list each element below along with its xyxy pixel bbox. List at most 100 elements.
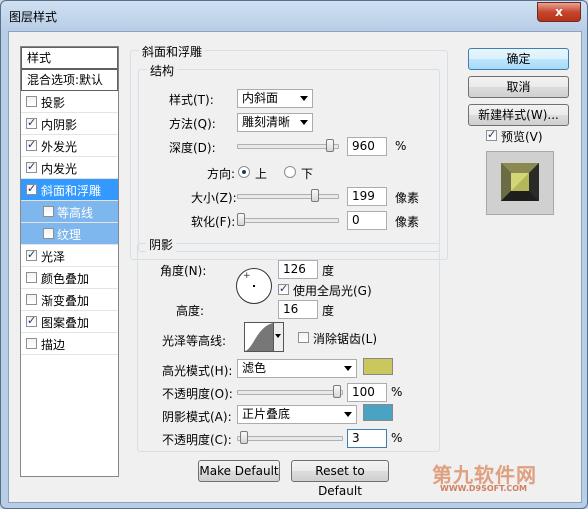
sidebar-item[interactable]: 颜色叠加 <box>21 267 118 289</box>
highlight-mode-value: 滤色 <box>242 361 267 375</box>
sidebar-item[interactable]: 光泽 <box>21 245 118 267</box>
title-bar[interactable]: 图层样式 x <box>1 1 587 31</box>
sidebar-item-checkbox[interactable] <box>26 116 37 129</box>
technique-label: 方法(Q): <box>169 117 216 131</box>
ok-button[interactable]: 确定 <box>468 48 569 70</box>
sidebar-item[interactable]: 内发光 <box>21 157 118 179</box>
sidebar-item-checkbox[interactable] <box>26 272 37 283</box>
shadow-opacity-label: 不透明度(C): <box>162 433 232 447</box>
sidebar-item-label: 内发光 <box>41 162 78 176</box>
styles-header[interactable]: 样式 <box>21 47 118 69</box>
sidebar-item-checkbox[interactable] <box>26 338 37 349</box>
shadow-opacity-slider-thumb[interactable] <box>239 431 248 444</box>
sidebar-item[interactable]: 描边 <box>21 333 118 355</box>
structure-title: 结构 <box>147 62 178 79</box>
depth-slider-thumb[interactable] <box>326 139 335 152</box>
direction-down-radio[interactable] <box>284 166 296 178</box>
reset-to-default-button[interactable]: Reset to Default <box>291 460 389 498</box>
highlight-color-swatch[interactable] <box>363 358 393 375</box>
shadow-mode-dropdown[interactable]: 正片叠底 <box>237 405 357 424</box>
shadow-opacity-input[interactable]: 3 <box>347 429 387 448</box>
sidebar-item-label: 光泽 <box>41 250 66 264</box>
sidebar-item-checkbox[interactable] <box>26 96 37 107</box>
angle-input[interactable]: 126 <box>278 260 318 279</box>
size-label: 大小(Z): <box>191 191 237 205</box>
altitude-label: 高度: <box>176 304 205 318</box>
cancel-button[interactable]: 取消 <box>468 76 569 98</box>
sidebar-item-checkbox[interactable] <box>43 206 54 217</box>
style-preview-thumbnail <box>486 151 554 215</box>
preview-label: 预览(V) <box>501 130 543 144</box>
shadow-opacity-slider[interactable] <box>237 436 343 441</box>
direction-up-label: 上 <box>255 167 268 181</box>
sidebar-item[interactable]: 等高线 <box>21 201 118 223</box>
size-slider[interactable] <box>237 194 339 199</box>
style-value: 内斜面 <box>242 91 279 105</box>
make-default-button[interactable]: Make Default <box>198 460 280 482</box>
blending-options-item[interactable]: 混合选项:默认 <box>21 69 118 91</box>
depth-slider[interactable] <box>237 144 339 149</box>
bevel-emboss-group: 斜面和浮雕 结构 样式(T): 内斜面 方法(Q): 雕刻清晰 深度(D): 9… <box>130 43 448 260</box>
size-input[interactable]: 199 <box>347 187 387 206</box>
chevron-down-icon <box>275 334 281 338</box>
depth-label: 深度(D): <box>169 141 216 155</box>
shadow-color-swatch[interactable] <box>363 404 393 421</box>
style-dropdown[interactable]: 内斜面 <box>237 89 313 108</box>
global-light-checkbox[interactable] <box>278 282 289 295</box>
sidebar-item-label: 外发光 <box>41 140 78 154</box>
soften-slider[interactable] <box>237 218 339 223</box>
chevron-down-icon <box>344 366 352 371</box>
sidebar-item-checkbox[interactable] <box>26 182 37 195</box>
depth-input[interactable]: 960 <box>347 137 387 156</box>
preview-swatch-icon <box>501 163 539 201</box>
sidebar-item[interactable]: 内阴影 <box>21 113 118 135</box>
soften-unit: 像素 <box>395 215 420 229</box>
angle-dial[interactable]: + <box>236 268 272 304</box>
highlight-opacity-slider[interactable] <box>237 390 343 395</box>
soften-label: 软化(F): <box>191 215 236 229</box>
highlight-opacity-slider-thumb[interactable] <box>333 385 341 398</box>
soften-slider-thumb[interactable] <box>237 213 245 226</box>
preview-checkbox[interactable] <box>486 128 497 141</box>
altitude-input[interactable]: 16 <box>278 300 318 319</box>
highlight-opacity-unit: % <box>391 385 403 399</box>
shading-title: 阴影 <box>146 236 177 253</box>
style-label: 样式(T): <box>169 93 214 107</box>
size-slider-thumb[interactable] <box>310 189 319 202</box>
sidebar-item-checkbox[interactable] <box>26 294 37 305</box>
sidebar-item[interactable]: 渐变叠加 <box>21 289 118 311</box>
chevron-down-icon <box>300 120 308 125</box>
direction-up-radio[interactable] <box>238 166 250 178</box>
sidebar-item-checkbox[interactable] <box>26 138 37 151</box>
technique-dropdown[interactable]: 雕刻清晰 <box>237 113 313 132</box>
sidebar-item[interactable]: 纹理 <box>21 223 118 245</box>
sidebar-item[interactable]: 斜面和浮雕 <box>21 179 118 201</box>
sidebar-item-label: 颜色叠加 <box>41 272 90 286</box>
contour-curve-icon <box>245 323 273 351</box>
sidebar-item-checkbox[interactable] <box>43 228 54 239</box>
sidebar-item[interactable]: 外发光 <box>21 135 118 157</box>
crosshair-icon: + <box>243 271 251 281</box>
size-unit: 像素 <box>395 191 420 205</box>
angle-unit: 度 <box>322 264 335 278</box>
soften-input[interactable]: 0 <box>347 211 387 230</box>
new-style-button[interactable]: 新建样式(W)... <box>468 104 569 126</box>
sidebar-item-checkbox[interactable] <box>26 314 37 327</box>
gloss-contour-picker[interactable] <box>244 322 274 352</box>
highlight-mode-label: 高光模式(H): <box>162 364 233 378</box>
dialog-body: 样式 混合选项:默认 投影内阴影外发光内发光斜面和浮雕等高线纹理光泽颜色叠加渐变… <box>8 31 582 503</box>
sidebar-item-checkbox[interactable] <box>26 160 37 173</box>
anti-aliased-checkbox[interactable] <box>298 332 309 343</box>
highlight-mode-dropdown[interactable]: 滤色 <box>237 359 357 378</box>
sidebar-item-label: 图案叠加 <box>41 316 90 330</box>
depth-unit: % <box>395 139 407 153</box>
sidebar-item-label: 渐变叠加 <box>41 294 90 308</box>
sidebar-item-checkbox[interactable] <box>26 248 37 261</box>
layer-style-dialog: 图层样式 x 样式 混合选项:默认 投影内阴影外发光内发光斜面和浮雕等高线纹理光… <box>0 0 588 509</box>
sidebar-item[interactable]: 投影 <box>21 91 118 113</box>
highlight-opacity-input[interactable]: 100 <box>347 383 387 402</box>
altitude-unit: 度 <box>322 304 335 318</box>
gloss-contour-dropdown[interactable] <box>273 322 284 352</box>
sidebar-item[interactable]: 图案叠加 <box>21 311 118 333</box>
close-button[interactable]: x <box>537 2 581 22</box>
